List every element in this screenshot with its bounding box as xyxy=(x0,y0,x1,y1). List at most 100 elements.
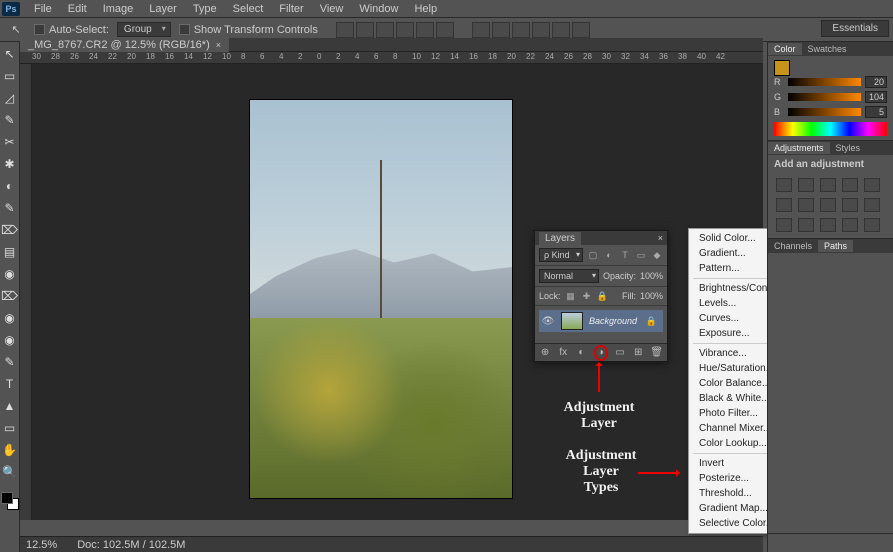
dist-btn[interactable] xyxy=(532,22,550,38)
layer-mask-icon[interactable]: ◐ xyxy=(575,347,587,359)
workspace-switcher[interactable]: Essentials xyxy=(821,20,889,37)
lasso-tool[interactable]: ◿ xyxy=(2,90,18,106)
eyedropper-tool[interactable]: ✱ xyxy=(2,156,18,172)
type-tool[interactable]: T xyxy=(2,376,18,392)
channels-tab[interactable]: Channels xyxy=(768,240,818,252)
dist-btn[interactable] xyxy=(492,22,510,38)
r-value[interactable]: 20 xyxy=(865,76,887,88)
swatches-tab[interactable]: Swatches xyxy=(802,43,853,55)
dist-btn[interactable] xyxy=(572,22,590,38)
adj-preset-icon[interactable] xyxy=(842,218,858,232)
adj-preset-icon[interactable] xyxy=(820,198,836,212)
b-slider[interactable] xyxy=(788,108,861,116)
adj-preset-icon[interactable] xyxy=(820,178,836,192)
visibility-icon[interactable]: 👁 xyxy=(541,314,555,328)
filter-icon[interactable]: T xyxy=(619,249,631,261)
menu-filter[interactable]: Filter xyxy=(271,1,311,17)
pen-tool[interactable]: ✎ xyxy=(2,354,18,370)
menu-help[interactable]: Help xyxy=(406,1,445,17)
healing-tool[interactable]: ◐ xyxy=(2,178,18,194)
dist-btn[interactable] xyxy=(512,22,530,38)
adj-preset-icon[interactable] xyxy=(842,198,858,212)
adj-preset-icon[interactable] xyxy=(776,178,792,192)
adjustments-tab[interactable]: Adjustments xyxy=(768,142,830,154)
align-btn[interactable] xyxy=(356,22,374,38)
brush-tool[interactable]: ✎ xyxy=(2,200,18,216)
filter-icon[interactable]: ▢ xyxy=(587,249,599,261)
adj-preset-icon[interactable] xyxy=(864,218,880,232)
align-btn[interactable] xyxy=(396,22,414,38)
adj-preset-icon[interactable] xyxy=(776,218,792,232)
eraser-tool[interactable]: ◉ xyxy=(2,266,18,282)
lock-all-icon[interactable]: 🔒 xyxy=(597,290,609,302)
menu-view[interactable]: View xyxy=(312,1,352,17)
fill-value[interactable]: 100% xyxy=(640,291,663,301)
close-icon[interactable]: × xyxy=(216,40,221,50)
menu-image[interactable]: Image xyxy=(95,1,142,17)
group-icon[interactable]: ▭ xyxy=(614,347,626,359)
align-btn[interactable] xyxy=(416,22,434,38)
layers-tab[interactable]: Layers xyxy=(539,232,581,245)
adj-preset-icon[interactable] xyxy=(798,198,814,212)
auto-select-check[interactable]: Auto-Select: xyxy=(34,24,109,36)
color-swatches[interactable] xyxy=(1,492,19,510)
adj-preset-icon[interactable] xyxy=(864,178,880,192)
dist-btn[interactable] xyxy=(472,22,490,38)
filter-icon[interactable]: ▭ xyxy=(635,249,647,261)
adj-preset-icon[interactable] xyxy=(776,198,792,212)
layer-row-background[interactable]: 👁 Background 🔒 xyxy=(539,310,663,332)
zoom-readout[interactable]: 12.5% xyxy=(26,539,57,551)
menu-window[interactable]: Window xyxy=(351,1,406,17)
gradient-tool[interactable]: ⌦ xyxy=(2,288,18,304)
foreground-swatch[interactable] xyxy=(774,60,790,76)
menu-file[interactable]: File xyxy=(26,1,60,17)
move-tool[interactable]: ↖ xyxy=(2,46,18,62)
opacity-value[interactable]: 100% xyxy=(640,271,663,281)
path-tool[interactable]: ▲ xyxy=(2,398,18,414)
adj-preset-icon[interactable] xyxy=(864,198,880,212)
b-value[interactable]: 5 xyxy=(865,106,887,118)
delete-icon[interactable]: 🗑 xyxy=(650,347,663,359)
adj-preset-icon[interactable] xyxy=(798,178,814,192)
hand-tool[interactable]: ✋ xyxy=(2,442,18,458)
zoom-tool[interactable]: 🔍 xyxy=(2,464,18,480)
marquee-tool[interactable]: ▭ xyxy=(2,68,18,84)
align-btn[interactable] xyxy=(436,22,454,38)
paths-tab[interactable]: Paths xyxy=(818,240,853,252)
lock-pixels-icon[interactable]: ▦ xyxy=(565,290,577,302)
blend-mode-combo[interactable]: Normal xyxy=(539,269,599,283)
color-tab[interactable]: Color xyxy=(768,43,802,55)
align-btn[interactable] xyxy=(336,22,354,38)
menu-type[interactable]: Type xyxy=(185,1,225,17)
panel-close-icon[interactable]: × xyxy=(658,233,663,243)
dist-btn[interactable] xyxy=(552,22,570,38)
blur-tool[interactable]: ◉ xyxy=(2,310,18,326)
r-slider[interactable] xyxy=(788,78,861,86)
menu-select[interactable]: Select xyxy=(225,1,272,17)
g-slider[interactable] xyxy=(788,93,861,101)
g-value[interactable]: 104 xyxy=(865,91,887,103)
fx-icon[interactable]: fx xyxy=(557,347,569,359)
crop-tool[interactable]: ✂ xyxy=(2,134,18,150)
new-layer-icon[interactable]: ⊞ xyxy=(632,347,644,359)
link-layers-icon[interactable]: ⊕ xyxy=(539,347,551,359)
shape-tool[interactable]: ▭ xyxy=(2,420,18,436)
menu-layer[interactable]: Layer xyxy=(141,1,185,17)
align-btn[interactable] xyxy=(376,22,394,38)
lock-position-icon[interactable]: ✚ xyxy=(581,290,593,302)
layer-filter-kind[interactable]: ρ Kind xyxy=(539,248,583,262)
dodge-tool[interactable]: ◉ xyxy=(2,332,18,348)
adj-preset-icon[interactable] xyxy=(798,218,814,232)
filter-icon[interactable]: ◐ xyxy=(603,249,615,261)
history-brush-tool[interactable]: ▤ xyxy=(2,244,18,260)
document-tab[interactable]: _MG_8767.CR2 @ 12.5% (RGB/16*)× xyxy=(20,38,229,52)
menu-edit[interactable]: Edit xyxy=(60,1,95,17)
styles-tab[interactable]: Styles xyxy=(830,142,867,154)
filter-icon[interactable]: ◆ xyxy=(651,249,663,261)
adj-preset-icon[interactable] xyxy=(820,218,836,232)
auto-select-combo[interactable]: Group xyxy=(117,22,171,37)
wand-tool[interactable]: ✎ xyxy=(2,112,18,128)
adj-preset-icon[interactable] xyxy=(842,178,858,192)
show-transform-check[interactable]: Show Transform Controls xyxy=(179,24,318,36)
spectrum-ramp[interactable] xyxy=(774,122,887,136)
